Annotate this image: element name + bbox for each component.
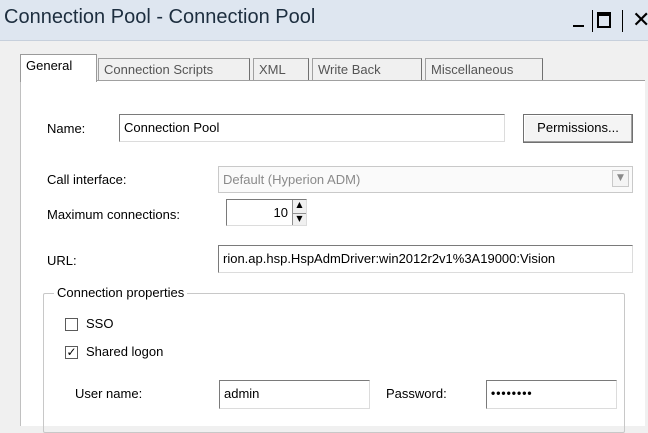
tab-xml[interactable]: XML <box>253 58 309 80</box>
tab-general[interactable]: General <box>20 54 97 82</box>
max-connections-value: 10 <box>273 205 288 220</box>
tab-write-back[interactable]: Write Back <box>312 58 422 80</box>
general-tab-panel: Name: Connection Pool Permissions... Cal… <box>20 80 645 433</box>
minimize-button[interactable] <box>570 12 588 30</box>
minimize-icon <box>573 25 584 27</box>
title-bar: Connection Pool - Connection Pool ✕ <box>0 0 648 41</box>
title-button-divider <box>592 10 593 32</box>
call-interface-label: Call interface: <box>47 172 127 187</box>
call-interface-value: Default (Hyperion ADM) <box>223 172 361 187</box>
spin-up-icon[interactable]: ▲ <box>293 200 306 213</box>
check-icon: ✓ <box>66 345 77 359</box>
shared-logon-checkbox[interactable]: ✓ <box>65 346 78 359</box>
max-connections-stepper[interactable]: 10 ▲ ▼ <box>226 199 307 226</box>
maximize-button[interactable] <box>597 12 613 30</box>
name-input[interactable]: Connection Pool <box>119 114 505 142</box>
sso-label: SSO <box>86 316 114 331</box>
shared-logon-label: Shared logon <box>86 344 164 359</box>
tab-miscellaneous[interactable]: Miscellaneous <box>425 58 543 80</box>
user-name-label: User name: <box>75 386 143 401</box>
connection-properties-title: Connection properties <box>54 285 188 300</box>
close-icon: ✕ <box>632 8 648 33</box>
permissions-button[interactable]: Permissions... <box>523 114 633 143</box>
sso-checkbox[interactable] <box>65 318 78 331</box>
max-connections-label: Maximum connections: <box>47 207 180 222</box>
close-button[interactable]: ✕ <box>632 10 648 32</box>
tab-connection-scripts[interactable]: Connection Scripts <box>98 58 250 80</box>
chevron-down-icon: ▼ <box>612 170 629 187</box>
spin-buttons[interactable]: ▲ ▼ <box>292 200 306 225</box>
maximize-icon <box>597 12 611 28</box>
spin-down-icon[interactable]: ▼ <box>293 212 306 226</box>
url-label: URL: <box>47 253 77 268</box>
url-input[interactable]: rion.ap.hsp.HspAdmDriver:win2012r2v1%3A1… <box>218 245 633 273</box>
title-button-divider <box>622 10 623 32</box>
user-name-input[interactable]: admin <box>219 380 370 409</box>
name-label: Name: <box>47 121 86 136</box>
connection-properties-group: Connection properties SSO ✓ Shared logon… <box>43 285 625 433</box>
password-label: Password: <box>386 386 447 401</box>
call-interface-select[interactable]: Default (Hyperion ADM) ▼ <box>218 166 633 193</box>
password-input[interactable]: •••••••• <box>486 380 617 409</box>
window-title: Connection Pool - Connection Pool <box>4 6 316 28</box>
